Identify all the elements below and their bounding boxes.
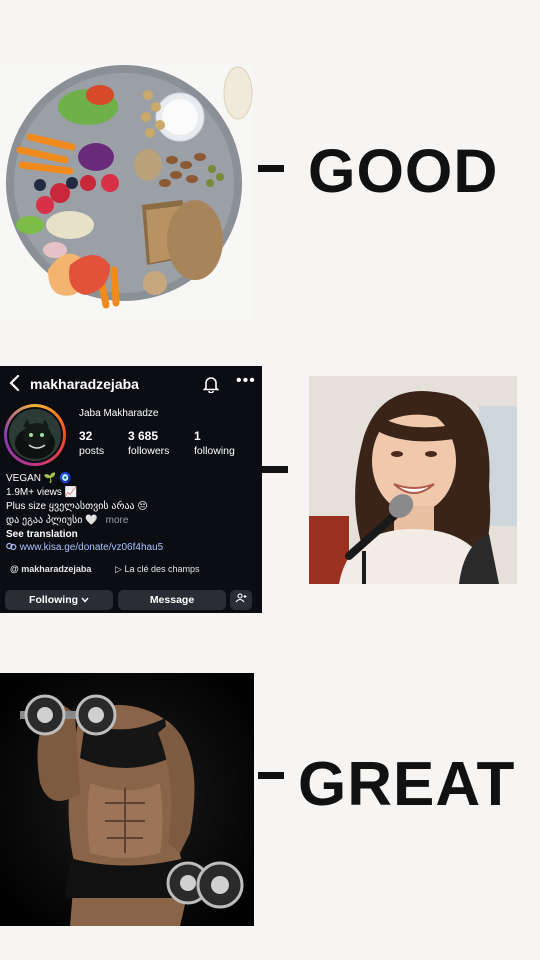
followers-count: 3 685 (128, 429, 159, 443)
profile-full-name: Jaba Makharadze (79, 408, 159, 419)
panther-avatar-image (9, 409, 61, 461)
add-user-icon (235, 593, 247, 606)
stat-following[interactable]: 1 following (194, 429, 235, 457)
bio-more-link[interactable]: more (106, 515, 129, 526)
more-horizontal-icon[interactable]: ••• (236, 372, 256, 390)
threads-chip-label: makharadzejaba (21, 564, 92, 574)
bio-line-4: და ეგაა პლიუსი 🤍 (6, 515, 98, 526)
see-translation-link[interactable]: See translation (6, 529, 78, 540)
bio-line-1: VEGAN 🌱 🧿 (6, 473, 72, 484)
dash-good (258, 165, 284, 172)
bio-line-2: 1.9M+ views 📈 (6, 487, 78, 498)
threads-chip[interactable]: @ makharadzejaba (10, 564, 91, 574)
followers-label: followers (128, 445, 170, 457)
posts-count: 32 (79, 429, 93, 443)
following-button[interactable]: Following (5, 590, 113, 610)
following-count: 1 (194, 429, 201, 443)
posts-label: posts (79, 445, 105, 457)
avatar[interactable] (4, 404, 66, 466)
chevron-down-icon (81, 594, 89, 606)
bio-line-4-row: და ეგაა პლიუსი 🤍 more (6, 515, 128, 526)
dash-great (258, 772, 284, 779)
music-chip-label: La clé des champs (124, 564, 200, 574)
add-user-button[interactable] (230, 590, 252, 610)
chevron-left-icon[interactable] (8, 374, 26, 394)
following-label: following (194, 445, 235, 457)
food-plate-image (0, 65, 253, 320)
stat-posts[interactable]: 32 posts (79, 429, 104, 457)
message-button[interactable]: Message (118, 590, 226, 610)
bio-link-row[interactable]: www.kisa.ge/donate/vz06f4hau5 (6, 542, 163, 553)
threads-icon: @ (10, 564, 19, 574)
label-great: GREAT (298, 750, 516, 819)
message-button-label: Message (149, 594, 195, 606)
instagram-profile-screenshot: makharadzejaba ••• Jaba Makharadze 32 po… (0, 366, 262, 613)
following-button-label: Following (29, 594, 79, 606)
bell-icon[interactable] (202, 375, 220, 394)
link-icon (6, 542, 20, 553)
stat-followers[interactable]: 3 685 followers (128, 429, 169, 457)
profile-username: makharadzejaba (30, 376, 139, 392)
dash-middle (262, 466, 288, 473)
fitness-dumbbell-image (0, 673, 254, 926)
bio-link-url: www.kisa.ge/donate/vz06f4hau5 (19, 542, 164, 553)
music-chip[interactable]: ▷ La clé des champs (115, 564, 199, 575)
singer-portrait-image (309, 376, 517, 584)
label-good: GOOD (308, 137, 499, 205)
profile-header: makharadzejaba ••• (0, 372, 262, 396)
play-icon: ▷ (115, 564, 122, 574)
bio-line-3: Plus size ყველასთვის არაა 😔 (6, 501, 148, 512)
